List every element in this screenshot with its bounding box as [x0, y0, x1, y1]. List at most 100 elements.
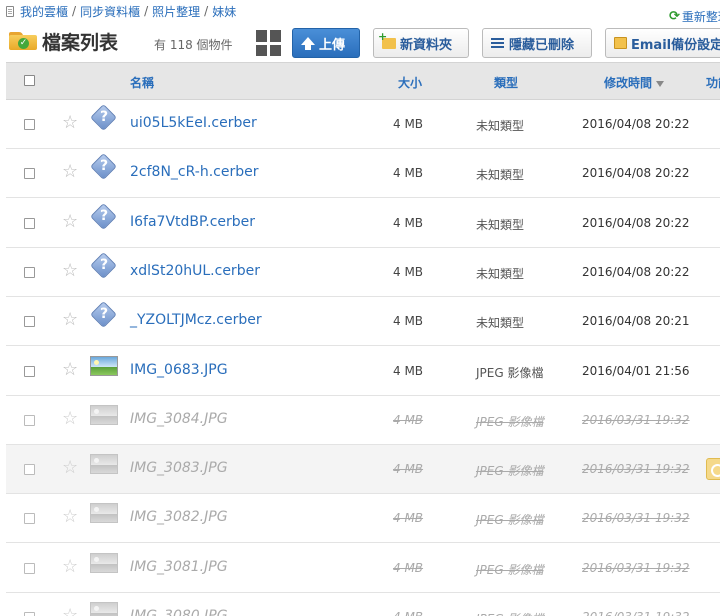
row-checkbox[interactable]	[24, 562, 35, 574]
column-header-type[interactable]: 類型	[494, 74, 518, 91]
file-type: JPEG 影像檔	[476, 610, 543, 616]
row-checkbox[interactable]	[24, 119, 35, 130]
column-header-modified[interactable]: 修改時間	[604, 74, 665, 91]
file-size: 4 MB	[393, 314, 424, 329]
star-icon[interactable]: ☆	[62, 260, 78, 281]
star-icon[interactable]: ☆	[62, 211, 78, 232]
table-row[interactable]: ☆ IMG_3082.JPG 4 MB JPEG 影像檔 2016/03/31 19:3…	[6, 494, 720, 544]
file-name[interactable]: IMG_3080.JPG	[130, 608, 228, 616]
column-header-name[interactable]: 名稱	[130, 74, 154, 91]
table-row[interactable]: ☆? I6fa7VtdBP.cerber 4 MB 未知類型 2016/04/08 20…	[6, 198, 720, 248]
file-name[interactable]: IMG_3084.JPG	[130, 411, 228, 427]
image-file-icon	[90, 353, 118, 379]
star-icon[interactable]: ☆	[62, 606, 78, 616]
star-icon[interactable]: ☆	[62, 458, 78, 478]
file-name[interactable]: IMG_3083.JPG	[130, 460, 228, 476]
star-icon[interactable]: ☆	[62, 113, 78, 133]
table-row[interactable]: ☆ IMG_3083.JPG 4 MB JPEG 影像檔 2016/03/31 19:3…	[6, 445, 720, 495]
breadcrumb: 我的雲櫃 / 同步資料櫃 / 照片整理 / 妹妹	[6, 2, 236, 20]
unknown-file-icon: ?	[90, 104, 118, 132]
file-type: 未知類型	[476, 316, 525, 331]
star-icon[interactable]: ☆	[62, 507, 78, 527]
table-row[interactable]: ☆ IMG_3084.JPG 4 MB JPEG 影像檔 2016/03/31 19:3…	[6, 395, 720, 445]
file-type: JPEG 影像檔	[476, 464, 544, 479]
table-row[interactable]: ☆? xdlSt20hUL.cerber 4 MB 未知類型 2016/04/08 20…	[6, 247, 720, 297]
file-name[interactable]: _YZOLTJMcz.cerber	[130, 312, 262, 328]
table-header: 名稱 大小 類型 修改時間 功能	[6, 62, 720, 100]
file-modified: 2016/03/31 19:32	[582, 560, 690, 575]
star-icon[interactable]: ☆	[62, 359, 78, 380]
new-folder-button[interactable]: 新資料夾	[373, 28, 469, 58]
sort-desc-icon	[656, 80, 665, 87]
file-name[interactable]: I6fa7VtdBP.cerber	[130, 214, 255, 230]
breadcrumb-item-sync-folder[interactable]: 同步資料櫃	[80, 3, 140, 20]
item-count: 有 118 個物件	[154, 38, 233, 52]
column-header-size[interactable]: 大小	[398, 74, 422, 91]
file-name[interactable]: IMG_0683.JPG	[130, 362, 228, 378]
file-name[interactable]: 2cf8N_cR-h.cerber	[130, 164, 258, 180]
row-checkbox[interactable]	[24, 266, 35, 278]
row-checkbox[interactable]	[24, 217, 35, 229]
restore-icon[interactable]	[706, 458, 720, 481]
table-row[interactable]: ☆? ui05L5kEeI.cerber 4 MB 未知類型 2016/04/08 20…	[6, 100, 720, 149]
star-icon[interactable]: ☆	[62, 310, 78, 330]
file-type: JPEG 影像檔	[476, 562, 544, 577]
file-modified: 2016/04/08 20:22	[582, 264, 690, 279]
table-row[interactable]: ☆ IMG_3081.JPG 4 MB JPEG 影像檔 2016/03/31 19:3…	[6, 543, 720, 593]
unknown-file-icon: ?	[90, 202, 118, 231]
row-checkbox[interactable]	[24, 612, 35, 616]
table-row[interactable]: ☆ IMG_0683.JPG 4 MB JPEG 影像檔 2016/04/01 21:5…	[6, 346, 720, 396]
upload-button[interactable]: 上傳	[292, 28, 360, 58]
file-modified: 2016/04/08 20:22	[582, 215, 690, 230]
file-size: 4 MB	[393, 560, 424, 575]
file-type: 未知類型	[476, 168, 525, 183]
image-file-icon	[90, 451, 118, 477]
breadcrumb-item-my-cloud[interactable]: 我的雲櫃	[20, 3, 68, 20]
file-name[interactable]: ui05L5kEeI.cerber	[130, 115, 257, 131]
email-backup-button[interactable]: Email備份設定	[605, 28, 720, 58]
document-icon	[6, 5, 14, 17]
image-file-icon	[90, 402, 118, 428]
email-icon	[614, 37, 627, 49]
table-row[interactable]: ☆? 2cf8N_cR-h.cerber 4 MB 未知類型 2016/04/08 20…	[6, 149, 720, 199]
file-type: JPEG 影像檔	[476, 365, 544, 380]
table-row[interactable]: ☆? _YZOLTJMcz.cerber 4 MB 未知類型 2016/04/08 20…	[6, 297, 720, 347]
file-name[interactable]: xdlSt20hUL.cerber	[130, 263, 260, 279]
file-modified: 2016/04/08 20:21	[582, 314, 690, 329]
image-file-icon	[90, 500, 118, 526]
breadcrumb-item-photos[interactable]: 照片整理	[152, 3, 200, 20]
file-type: 未知類型	[476, 119, 525, 133]
star-icon[interactable]: ☆	[62, 408, 78, 429]
row-checkbox[interactable]	[24, 168, 35, 180]
select-all-checkbox[interactable]	[24, 75, 35, 86]
image-file-icon	[90, 550, 118, 576]
list-icon	[491, 38, 504, 48]
hide-deleted-button[interactable]: 隱藏已刪除	[482, 28, 592, 58]
table-row[interactable]: ☆ IMG_3080.JPG 4 MB JPEG 影像檔 2016/03/31 19:3…	[6, 593, 720, 616]
file-type: JPEG 影像檔	[476, 414, 544, 429]
title-bar: ✓ 檔案列表 有 118 個物件 上傳 新資料夾 隱藏已刪除 Email備份設定	[0, 22, 720, 62]
file-size: 4 MB	[393, 264, 424, 279]
row-checkbox[interactable]	[24, 316, 35, 328]
file-modified: 2016/04/08 20:22	[582, 117, 690, 131]
file-name[interactable]: IMG_3082.JPG	[130, 509, 228, 525]
file-modified: 2016/03/31 19:32	[582, 610, 690, 616]
row-checkbox[interactable]	[24, 414, 35, 426]
file-list: ☆? ui05L5kEeI.cerber 4 MB 未知類型 2016/04/08 20…	[6, 100, 720, 616]
row-checkbox[interactable]	[24, 513, 35, 525]
star-icon[interactable]: ☆	[62, 556, 78, 577]
file-size: 4 MB	[393, 117, 424, 131]
file-size: 4 MB	[393, 412, 424, 427]
file-modified: 2016/03/31 19:32	[582, 511, 690, 526]
folder-check-icon: ✓	[9, 30, 37, 50]
grid-view-icon[interactable]	[256, 30, 282, 56]
row-checkbox[interactable]	[24, 365, 35, 377]
file-size: 4 MB	[393, 166, 424, 181]
column-header-actions: 功能	[706, 76, 720, 90]
row-checkbox[interactable]	[24, 464, 35, 476]
file-name[interactable]: IMG_3081.JPG	[130, 559, 228, 575]
file-size: 4 MB	[393, 462, 424, 477]
star-icon[interactable]: ☆	[62, 162, 78, 182]
unknown-file-icon: ?	[90, 153, 118, 181]
breadcrumb-item-current[interactable]: 妹妹	[212, 3, 236, 20]
